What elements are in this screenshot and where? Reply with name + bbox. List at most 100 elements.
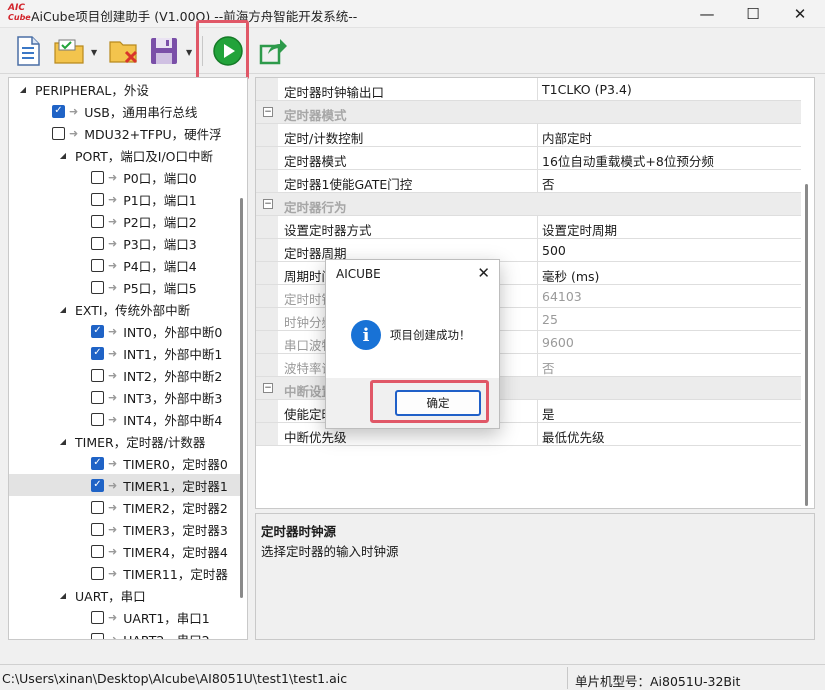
tree-item[interactable]: ➜ TIMER3，定时器3 xyxy=(9,518,241,540)
grid-scrollbar[interactable] xyxy=(805,184,808,506)
column-divider xyxy=(537,216,538,239)
tree-item[interactable]: ➜ P5口，端口5 xyxy=(9,276,241,298)
property-value[interactable]: 是 xyxy=(542,404,555,423)
checkbox[interactable] xyxy=(91,346,104,360)
column-divider xyxy=(537,124,538,147)
minimize-button[interactable]: — xyxy=(684,0,730,28)
new-project-button[interactable] xyxy=(11,34,45,68)
property-value[interactable]: T1CLKO (P3.4) xyxy=(542,82,632,97)
checkbox[interactable] xyxy=(52,126,65,140)
tree-item[interactable]: ➜ UART1，串口1 xyxy=(9,606,241,628)
tree-item[interactable]: ➜ USB，通用串行总线 xyxy=(9,100,241,122)
property-value[interactable]: 设置定时周期 xyxy=(542,220,617,239)
tree-item[interactable]: ◢ TIMER，定时器/计数器 xyxy=(9,430,241,452)
close-button[interactable]: ✕ xyxy=(777,0,823,28)
row-gutter xyxy=(256,239,278,261)
property-value[interactable]: 25 xyxy=(542,312,558,327)
tree-item[interactable]: ➜ TIMER11，定时器 xyxy=(9,562,241,584)
tree-item[interactable]: ➜ TIMER0，定时器0 xyxy=(9,452,241,474)
checkbox[interactable] xyxy=(52,104,65,118)
tree-item[interactable]: ➜ P4口，端口4 xyxy=(9,254,241,276)
property-value[interactable]: 内部定时 xyxy=(542,128,592,147)
grid-row[interactable]: 定时/计数控制 内部定时 xyxy=(256,124,801,147)
dialog-close-button[interactable]: ✕ xyxy=(477,264,490,282)
grid-row[interactable]: 定时器模式 16位自动重载模式+8位预分频 xyxy=(256,147,801,170)
tree-item[interactable]: ➜ P1口，端口1 xyxy=(9,188,241,210)
tree-item[interactable]: ➜ TIMER2，定时器2 xyxy=(9,496,241,518)
tree-item[interactable]: ➜ INT4，外部中断4 xyxy=(9,408,241,430)
tree-item[interactable]: ◢ PERIPHERAL，外设 xyxy=(9,78,241,100)
property-value[interactable]: 16位自动重载模式+8位预分频 xyxy=(542,151,714,170)
checkbox[interactable] xyxy=(91,170,104,184)
tree-item[interactable]: ➜ MDU32+TFPU，硬件浮 xyxy=(9,122,241,144)
tree-item[interactable]: ➜ P3口，端口3 xyxy=(9,232,241,254)
checkbox[interactable] xyxy=(91,412,104,426)
checkbox[interactable] xyxy=(91,280,104,294)
checkbox[interactable] xyxy=(91,192,104,206)
save-dropdown-icon[interactable]: ▼ xyxy=(186,48,196,58)
checkbox[interactable] xyxy=(91,610,104,624)
checkbox[interactable] xyxy=(91,522,104,536)
tree-item[interactable]: ➜ INT0，外部中断0 xyxy=(9,320,241,342)
tree-item[interactable]: ➜ TIMER1，定时器1 xyxy=(9,474,241,496)
collapse-icon[interactable]: − xyxy=(263,107,273,117)
tree-scrollbar[interactable] xyxy=(240,198,243,598)
open-dropdown-icon[interactable]: ▼ xyxy=(91,48,101,58)
save-button[interactable] xyxy=(147,34,181,68)
grid-row[interactable]: 定时器1使能GATE门控 否 xyxy=(256,170,801,193)
checkbox[interactable] xyxy=(91,236,104,250)
collapse-icon[interactable]: − xyxy=(263,383,273,393)
checkbox[interactable] xyxy=(91,544,104,558)
window-title: AiCube项目创建助手 (V1.00O) --前海方舟智能开发系统-- xyxy=(31,9,358,24)
tree-item[interactable]: ◢ UART，串口 xyxy=(9,584,241,606)
delete-project-button[interactable] xyxy=(107,34,141,68)
category-label: 定时器模式 xyxy=(284,108,347,123)
tree-item[interactable]: ➜ UART2，串口2 xyxy=(9,628,241,639)
checkbox[interactable] xyxy=(91,258,104,272)
expand-icon[interactable]: ◢ xyxy=(57,437,69,446)
checkbox[interactable] xyxy=(91,324,104,338)
property-value[interactable]: 最低优先级 xyxy=(542,427,605,446)
grid-category[interactable]: − 定时器模式 xyxy=(256,101,801,124)
tree-item[interactable]: ➜ P0口，端口0 xyxy=(9,166,241,188)
property-name: 定时器时钟输出口 xyxy=(284,85,385,100)
grid-row[interactable]: 设置定时器方式 设置定时周期 xyxy=(256,216,801,239)
row-gutter xyxy=(256,262,278,284)
export-button[interactable] xyxy=(256,34,290,68)
row-gutter xyxy=(256,354,278,376)
tree-item-label: TIMER1，定时器1 xyxy=(123,478,228,494)
tree-item[interactable]: ➜ TIMER4，定时器4 xyxy=(9,540,241,562)
tree-item[interactable]: ➜ INT3，外部中断3 xyxy=(9,386,241,408)
checkbox[interactable] xyxy=(91,632,104,639)
checkbox[interactable] xyxy=(91,456,104,470)
tree-item[interactable]: ➜ INT2，外部中断2 xyxy=(9,364,241,386)
close-icon: ✕ xyxy=(477,264,490,282)
expand-icon[interactable]: ◢ xyxy=(17,85,29,94)
property-value[interactable]: 64103 xyxy=(542,289,582,304)
expand-icon[interactable]: ◢ xyxy=(57,591,69,600)
property-value[interactable]: 毫秒 (ms) xyxy=(542,266,599,285)
checkbox[interactable] xyxy=(91,566,104,580)
property-value[interactable]: 500 xyxy=(542,243,566,258)
checkbox[interactable] xyxy=(91,390,104,404)
tree-item[interactable]: ➜ INT1，外部中断1 xyxy=(9,342,241,364)
open-project-button[interactable] xyxy=(52,34,86,68)
checkbox[interactable] xyxy=(91,368,104,382)
expand-icon[interactable]: ◢ xyxy=(57,305,69,314)
property-value[interactable]: 否 xyxy=(542,174,555,193)
collapse-icon[interactable]: − xyxy=(263,199,273,209)
property-value[interactable]: 否 xyxy=(542,358,555,377)
tree-item[interactable]: ◢ EXTI，传统外部中断 xyxy=(9,298,241,320)
property-value[interactable]: 9600 xyxy=(542,335,574,350)
checkbox[interactable] xyxy=(91,214,104,228)
peripheral-tree[interactable]: ◢ PERIPHERAL，外设 ➜ USB，通用串行总线 ➜ MDU32+TFPU，硬件浮… xyxy=(8,77,248,640)
tree-item[interactable]: ◢ PORT，端口及I/O口中断 xyxy=(9,144,241,166)
tree-item[interactable]: ➜ P2口，端口2 xyxy=(9,210,241,232)
grid-row[interactable]: 定时器时钟输出口 T1CLKO (P3.4) xyxy=(256,78,801,101)
expand-icon[interactable]: ◢ xyxy=(57,151,69,160)
checkbox[interactable] xyxy=(91,478,104,492)
maximize-button[interactable]: ☐ xyxy=(730,0,776,28)
checkbox[interactable] xyxy=(91,500,104,514)
grid-category[interactable]: − 定时器行为 xyxy=(256,193,801,216)
column-divider xyxy=(537,285,538,308)
